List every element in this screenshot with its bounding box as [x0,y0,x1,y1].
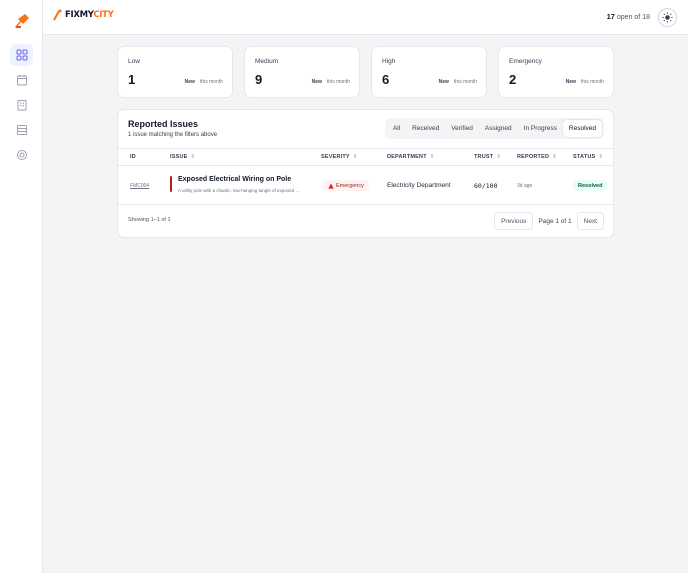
issue-description: A utility pole with a chaotic, low-hangi… [178,188,302,193]
stat-value: 1 [128,72,136,87]
stat-label: Emergency [509,58,542,65]
calendar-icon [16,74,27,85]
stat-meta: New this month [184,79,223,85]
tab-received[interactable]: Received [406,120,445,137]
tab-in-progress[interactable]: In Progress [518,120,563,137]
stat-card-high: High 6 New this month [371,46,487,98]
panel-subtitle: 1 issue matching the filters above [128,132,218,138]
stat-label: Low [128,58,140,65]
column-header-department[interactable]: DEPARTMENT ⇕ [387,154,435,160]
grid-icon [16,49,27,61]
app-logo-icon[interactable] [14,13,30,29]
table-header: ID ISSUE ⇕ SEVERITY ⇕ DEPARTMENT ⇕ TRUST ⇕ R… [118,148,613,166]
building-icon [17,99,26,110]
sidebar [0,0,43,573]
stat-label: High [382,58,396,65]
stat-card-medium: Medium 9 New this month [244,46,360,98]
stat-meta: New this month [565,79,604,85]
stat-meta: New this month [438,79,477,85]
sun-icon [662,12,673,23]
open-issues-counter: 17 open of 18 [607,12,650,21]
tab-resolved[interactable]: Resolved [562,120,602,137]
brand-name: FIXMYCITY [65,10,114,20]
open-count-text: open of [616,14,641,21]
panel-title: Reported Issues [128,119,199,129]
tab-all[interactable]: All [387,120,406,137]
department-value: Electricity Department [387,182,451,189]
theme-toggle-button[interactable] [658,8,677,27]
support-icon [16,149,27,160]
brand-logo-icon [53,9,62,21]
issue-title[interactable]: Exposed Electrical Wiring on Pole [178,176,291,183]
sidebar-item-calendar[interactable] [11,69,32,90]
stat-card-low: Low 1 New this month [117,46,233,98]
reported-time: 3d ago [517,183,533,189]
column-header-trust[interactable]: TRUST ⇕ [474,154,501,160]
sidebar-item-records[interactable] [11,119,32,140]
issue-id-link[interactable]: FMC004 [130,183,149,189]
open-count-total: 18 [642,14,650,21]
sort-icon: ⇕ [552,154,557,160]
column-header-reported[interactable]: REPORTED ⇕ [517,154,557,160]
stat-label: Medium [255,58,279,65]
status-filter-tabs: All Received Verified Assigned In Progre… [384,118,604,139]
severity-badge: Emergency [323,180,369,191]
sidebar-item-buildings[interactable] [11,94,32,115]
stat-value: 9 [255,72,263,87]
top-bar: FIXMYCITY 17 open of 18 [43,0,688,35]
status-badge: Resolved [573,180,608,191]
trust-score: 60/100 [474,182,498,190]
table-icon [16,124,27,135]
page-info: Page 1 of 1 [538,217,572,225]
tab-verified[interactable]: Verified [445,120,479,137]
sort-icon: ⇕ [598,154,604,160]
sort-icon: ⇕ [190,154,196,160]
sort-icon: ⇕ [352,154,358,160]
pagination: Previous Page 1 of 1 Next [494,212,604,230]
next-page-button[interactable]: Next [576,212,604,230]
stat-meta: New this month [311,79,350,85]
open-count-value: 17 [606,12,615,21]
sidebar-item-support[interactable] [11,144,32,165]
sort-icon: ⇕ [429,154,435,160]
column-header-issue[interactable]: ISSUE ⇕ [170,154,195,160]
table-row[interactable]: FMC004 Exposed Electrical Wiring on Pole… [118,167,613,205]
severity-indicator [170,176,172,192]
sidebar-item-dashboard[interactable] [10,44,33,66]
results-count: Showing 1–1 of 1 [128,217,171,223]
tab-assigned[interactable]: Assigned [479,120,518,137]
previous-page-button[interactable]: Previous [494,212,534,230]
column-header-id: ID [130,154,136,160]
stat-value: 2 [509,72,517,87]
column-header-status[interactable]: STATUS ⇕ [573,154,603,160]
column-header-severity[interactable]: SEVERITY ⇕ [321,154,358,160]
brand-logo[interactable]: FIXMYCITY [53,8,114,22]
warning-icon [328,182,334,189]
sort-icon: ⇕ [496,154,502,160]
stat-value: 6 [382,72,390,87]
stat-card-emergency: Emergency 2 New this month [498,46,614,98]
issues-panel: Reported Issues 1 issue matching the fil… [117,109,614,238]
